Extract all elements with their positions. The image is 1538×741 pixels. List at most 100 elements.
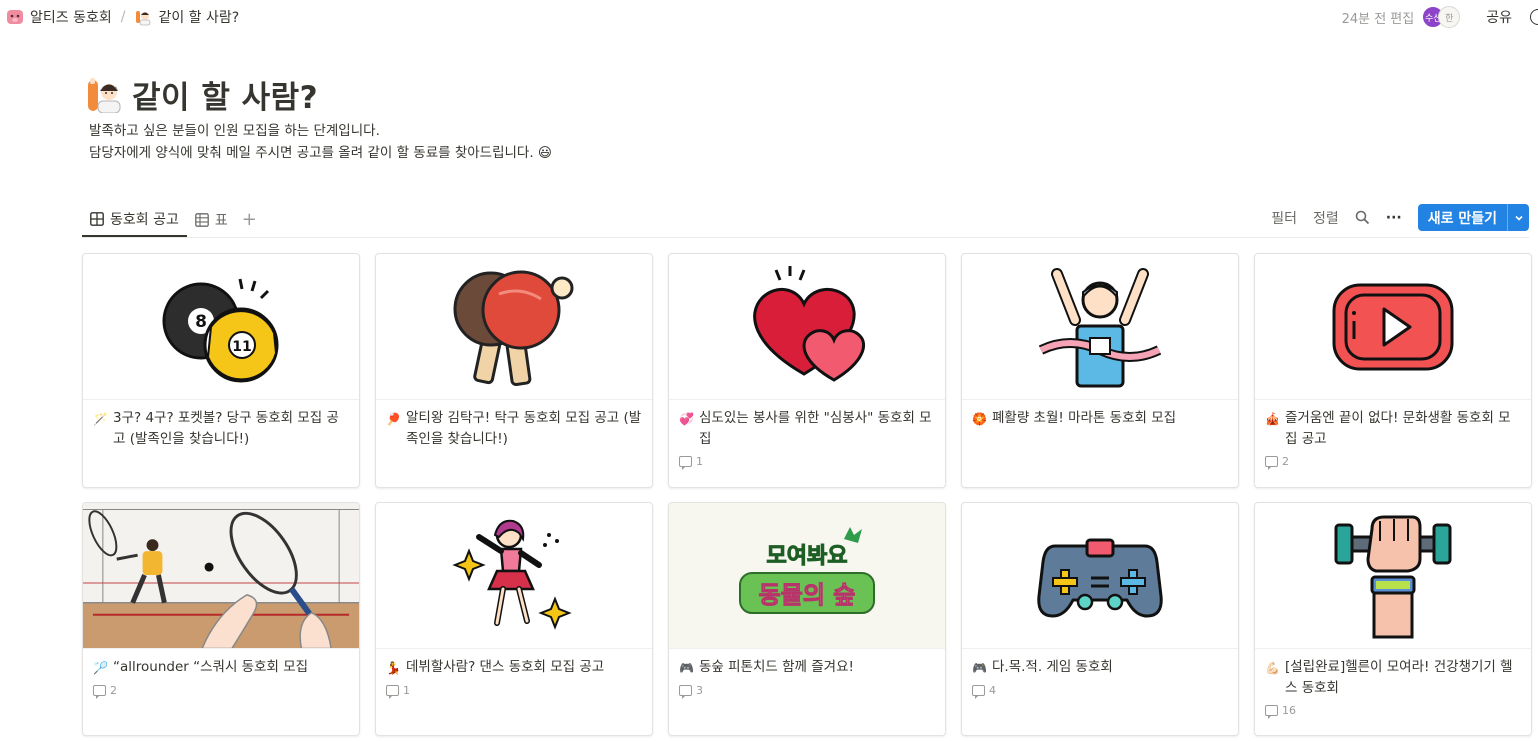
- comment-icon: [679, 685, 692, 699]
- magic-wand-icon: 🪄: [93, 412, 108, 426]
- description-line: 담당자에게 양식에 맞춰 메일 주시면 공고를 올려 같이 할 동료를 찾아드립…: [89, 145, 553, 161]
- new-button[interactable]: 새로 만들기: [1417, 204, 1529, 231]
- search-icon[interactable]: [1355, 210, 1370, 225]
- gallery-icon: [90, 211, 104, 226]
- gallery-card[interactable]: 💞 심도있는 봉사를 위한 "심봉사" 동호회 모집 1: [668, 253, 946, 488]
- page-title: 같이 할 사람?: [132, 80, 319, 116]
- comment-count-value: 4: [989, 684, 996, 697]
- gallery-card[interactable]: 8 11 🪄 3구? 4구? 포켓볼? 당구 동호회 모집 공고 (발족인을 찾…: [82, 253, 360, 488]
- comment-icon: [972, 685, 985, 699]
- gallery-card[interactable]: 🏵️ 폐활량 초월! 마라톤 동호회 모집: [961, 253, 1239, 488]
- comment-count-value: 16: [1282, 704, 1296, 717]
- dumbbell-fist-icon: [1334, 515, 1452, 638]
- add-view-button[interactable]: +: [236, 209, 263, 230]
- card-cover: [83, 503, 359, 649]
- circus-tent-icon: 🎪: [1265, 412, 1280, 426]
- card-cover: [962, 503, 1238, 649]
- dancer-emoji-icon: 💃: [386, 661, 401, 675]
- card-title: 🏵️ 폐활량 초월! 마라톤 동호회 모집: [962, 400, 1238, 430]
- comment-count: 2: [83, 679, 359, 702]
- card-cover: [962, 254, 1238, 400]
- comment-icon: [386, 685, 399, 699]
- marathon-runner-icon: [1038, 268, 1162, 388]
- view-tabs: 동호회 공고 표 +: [82, 202, 263, 237]
- pig-icon: [7, 10, 23, 24]
- gallery-card[interactable]: 🎪 즐거움엔 끝이 없다! 문화생활 동호회 모집 공고 2: [1254, 253, 1532, 488]
- card-title-text: “allrounder “스쿼시 동호회 모집: [113, 659, 309, 675]
- sort-button[interactable]: 정렬: [1313, 208, 1339, 228]
- comment-count: 16: [1255, 699, 1531, 722]
- breadcrumb-page[interactable]: 같이 할 사람?: [134, 7, 239, 27]
- person-raising-hand-icon[interactable]: [86, 77, 122, 113]
- gallery-card[interactable]: 💪🏻 [설립완료]헬른이 모여라! 건강챙기기 헬스 동호회 16: [1254, 502, 1532, 736]
- card-title-text: [설립완료]헬른이 모여라! 건강챙기기 헬스 동호회: [1285, 659, 1513, 696]
- chevron-down-icon[interactable]: [1507, 204, 1529, 231]
- animal-crossing-logo: 모여봐요 동물의 숲: [739, 526, 875, 614]
- gallery-card[interactable]: 🎮 다.목.적. 게임 동호회 4: [961, 502, 1239, 736]
- page-description: 발족하고 싶은 분들이 인원 모집을 하는 단계입니다. 담당자에게 양식에 맞…: [89, 120, 552, 164]
- person-raising-hand-icon: [136, 11, 151, 26]
- comment-count: 2: [1255, 450, 1531, 473]
- svg-text:8: 8: [195, 312, 207, 332]
- comment-count: 3: [669, 679, 945, 702]
- tab-gallery[interactable]: 동호회 공고: [82, 202, 187, 237]
- logo-line2: 동물의 숲: [759, 581, 856, 609]
- card-title: 🏸 “allrounder “스쿼시 동호회 모집: [83, 649, 359, 679]
- rosette-icon: 🏵️: [972, 412, 987, 426]
- gallery-card[interactable]: 💃 데뷔할사람? 댄스 동호회 모집 공고 1: [375, 502, 653, 736]
- gallery-card[interactable]: 🏸 “allrounder “스쿼시 동호회 모집 2: [82, 502, 360, 736]
- comment-count-value: 1: [403, 684, 410, 697]
- gallery-card[interactable]: 🏓 알티왕 김탁구! 탁구 동호회 모집 공고 (발족인을 찾습니다!): [375, 253, 653, 488]
- gallery-card[interactable]: 모여봐요 동물의 숲 🎮 동숲 피톤치드 함께 즐겨요! 3: [668, 502, 946, 736]
- breadcrumb-workspace[interactable]: 알티즈 동호회: [6, 7, 112, 27]
- squash-court-illustration: [83, 503, 359, 648]
- view-bar: 동호회 공고 표 + 필터 정렬 ··· 새로 만들기: [82, 202, 1529, 238]
- gamepad-icon: 🎮: [679, 661, 694, 675]
- card-cover: 모여봐요 동물의 숲: [669, 503, 945, 649]
- page-header: 같이 할 사람?: [86, 72, 318, 117]
- card-title-text: 폐활량 초월! 마라톤 동호회 모집: [992, 410, 1177, 426]
- new-button-label[interactable]: 새로 만들기: [1418, 204, 1507, 231]
- card-title: 💃 데뷔할사람? 댄스 동호회 모집 공고: [376, 649, 652, 679]
- hearts-icon: 💞: [679, 412, 694, 426]
- breadcrumb: 알티즈 동호회 / 같이 할 사람?: [6, 7, 239, 27]
- top-bar: 알티즈 동호회 / 같이 할 사람? 24분 전 편집 수선 한 공유: [0, 0, 1538, 34]
- table-icon: [195, 212, 209, 227]
- comment-count-value: 2: [110, 684, 117, 697]
- top-right-controls: 24분 전 편집 수선 한 공유: [1342, 6, 1538, 28]
- badminton-icon: 🏸: [93, 661, 108, 675]
- description-line: 발족하고 싶은 분들이 인원 모집을 하는 단계입니다.: [89, 123, 380, 139]
- card-title: 💪🏻 [설립완료]헬른이 모여라! 건강챙기기 헬스 동호회: [1255, 649, 1531, 699]
- tab-table[interactable]: 표: [187, 202, 236, 237]
- game-controller-icon: [1037, 538, 1163, 617]
- card-title-text: 심도있는 봉사를 위한 "심봉사" 동호회 모집: [699, 410, 932, 447]
- card-title: 🎮 동숲 피톤치드 함께 즐겨요!: [669, 649, 945, 679]
- video-play-icon: [1332, 283, 1454, 370]
- card-title: 🎮 다.목.적. 게임 동호회: [962, 649, 1238, 679]
- card-title: 💞 심도있는 봉사를 위한 "심봉사" 동호회 모집: [669, 400, 945, 450]
- ping-pong-icon: 🏓: [386, 412, 401, 426]
- dancer-icon: [452, 519, 572, 630]
- share-button[interactable]: 공유: [1486, 7, 1512, 27]
- two-hearts-icon: [753, 266, 865, 382]
- comment-icon: [93, 685, 106, 699]
- clock-icon[interactable]: [1530, 9, 1538, 25]
- card-title-text: 즐거움엔 끝이 없다! 문화생활 동호회 모집 공고: [1285, 410, 1511, 447]
- tab-gallery-label: 동호회 공고: [110, 211, 179, 228]
- card-title: 🪄 3구? 4구? 포켓볼? 당구 동호회 모집 공고 (발족인을 찾습니다!): [83, 400, 359, 450]
- avatar-group[interactable]: 수선 한: [1422, 6, 1461, 28]
- card-cover: [376, 254, 652, 400]
- more-options-button[interactable]: ···: [1386, 210, 1402, 226]
- view-actions: 필터 정렬 ··· 새로 만들기: [1271, 204, 1529, 231]
- billiard-balls-icon: 8 11: [162, 278, 279, 383]
- comment-count: 1: [669, 450, 945, 473]
- card-title-text: 다.목.적. 게임 동호회: [992, 659, 1113, 675]
- filter-button[interactable]: 필터: [1271, 208, 1297, 228]
- comment-icon: [1265, 456, 1278, 470]
- card-cover: [1255, 503, 1531, 649]
- card-cover: [669, 254, 945, 400]
- comment-icon: [1265, 705, 1278, 719]
- comment-count-value: 1: [696, 455, 703, 468]
- breadcrumb-page-label: 같이 할 사람?: [158, 10, 240, 26]
- avatar[interactable]: 한: [1438, 6, 1461, 28]
